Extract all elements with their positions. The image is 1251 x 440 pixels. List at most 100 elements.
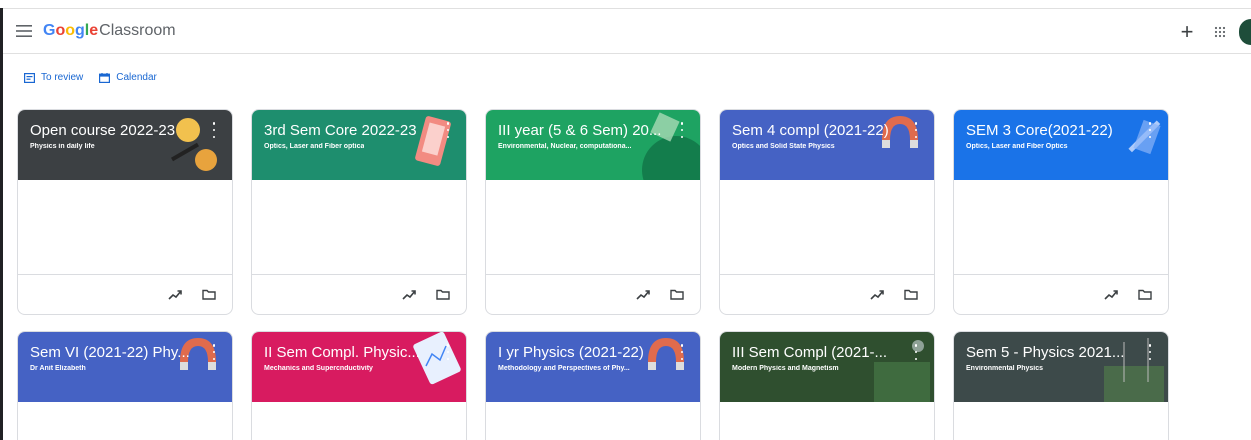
to-review-icon (24, 72, 35, 83)
class-card-header[interactable]: Open course 2022-23 Physics in daily life (18, 110, 232, 180)
calendar-link[interactable]: Calendar (99, 72, 157, 83)
open-class-folder-button[interactable] (198, 284, 220, 306)
class-card-footer (18, 274, 232, 314)
more-options-icon[interactable] (678, 344, 686, 360)
class-theme-illustration (1104, 338, 1164, 402)
class-card[interactable]: I yr Physics (2021-22) Methodology and Pe… (485, 331, 701, 440)
class-title[interactable]: 3rd Sem Core 2022-23 (264, 122, 417, 139)
class-subtitle: Physics in daily life (30, 143, 95, 150)
open-class-folder-button[interactable] (900, 284, 922, 306)
folder-icon (670, 289, 684, 300)
top-app-bar: Google Classroom + (3, 8, 1251, 54)
window-left-edge (0, 8, 3, 440)
class-theme-illustration (642, 112, 700, 180)
class-title[interactable]: III year (5 & 6 Sem) 20... (498, 122, 661, 139)
to-review-link[interactable]: To review (24, 72, 83, 83)
google-classroom-logo[interactable]: Google Classroom (43, 22, 176, 40)
account-avatar[interactable] (1239, 19, 1251, 45)
hamburger-icon (16, 25, 32, 37)
class-title[interactable]: II Sem Compl. Physic... (264, 344, 420, 361)
open-class-folder-button[interactable] (666, 284, 688, 306)
class-card[interactable]: Sem 4 compl (2021-22) Optics and Solid St… (719, 109, 935, 315)
trending-icon (870, 289, 884, 300)
class-title[interactable]: III Sem Compl (2021-... (732, 344, 887, 361)
class-subtitle: Methodology and Perspectives of Phy... (498, 365, 630, 372)
open-gradebook-button[interactable] (398, 284, 420, 306)
open-class-folder-button[interactable] (432, 284, 454, 306)
class-card[interactable]: Sem 5 - Physics 2021... Environmental Phy… (953, 331, 1169, 440)
class-card-header[interactable]: III year (5 & 6 Sem) 20... Environmental,… (486, 110, 700, 180)
class-card-header[interactable]: II Sem Compl. Physic... Mechanics and Sup… (252, 332, 466, 402)
to-review-label: To review (41, 72, 84, 83)
more-options-icon[interactable] (1146, 122, 1154, 138)
class-subtitle: Modern Physics and Magnetism (732, 365, 839, 372)
class-subtitle: Dr Anit Elizabeth (30, 365, 86, 372)
class-subtitle: Environmental Physics (966, 365, 1044, 372)
class-title[interactable]: SEM 3 Core(2021-22) (966, 122, 1113, 139)
class-subtitle: Optics, Laser and Fiber Optics (966, 143, 1068, 150)
class-theme-illustration (171, 118, 217, 171)
more-options-icon[interactable] (444, 122, 452, 138)
class-card[interactable]: Open course 2022-23 Physics in daily life (17, 109, 233, 315)
google-apps-button[interactable] (1209, 21, 1231, 43)
more-options-icon[interactable] (210, 344, 218, 360)
class-theme-illustration (648, 338, 684, 370)
class-card-header[interactable]: SEM 3 Core(2021-22) Optics, Laser and Fib… (954, 110, 1168, 180)
more-options-icon[interactable] (678, 122, 686, 138)
class-theme-illustration (874, 340, 930, 402)
class-title[interactable]: I yr Physics (2021-22) (498, 344, 644, 361)
more-options-icon[interactable] (1146, 344, 1154, 360)
class-card[interactable]: III year (5 & 6 Sem) 20... Environmental,… (485, 109, 701, 315)
class-card-footer (954, 274, 1168, 314)
folder-icon (202, 289, 216, 300)
open-gradebook-button[interactable] (632, 284, 654, 306)
class-card-header[interactable]: Sem 5 - Physics 2021... Environmental Phy… (954, 332, 1168, 402)
open-gradebook-button[interactable] (866, 284, 888, 306)
class-subtitle: Mechanics and Supercnductivity (264, 365, 373, 372)
secondary-nav: To review Calendar (24, 72, 173, 83)
class-card[interactable]: Sem VI (2021-22) Phy... Dr Anit Elizabeth (17, 331, 233, 440)
trending-icon (1104, 289, 1118, 300)
class-card-footer (252, 274, 466, 314)
more-options-icon[interactable] (444, 344, 452, 360)
class-card-header[interactable]: I yr Physics (2021-22) Methodology and Pe… (486, 332, 700, 402)
class-card[interactable]: II Sem Compl. Physic... Mechanics and Sup… (251, 331, 467, 440)
class-title[interactable]: Open course 2022-23 (30, 122, 175, 139)
class-theme-illustration (415, 116, 451, 166)
class-card[interactable]: SEM 3 Core(2021-22) Optics, Laser and Fib… (953, 109, 1169, 315)
class-card-header[interactable]: III Sem Compl (2021-... Modern Physics an… (720, 332, 934, 402)
trending-icon (168, 289, 182, 300)
class-card-footer (720, 274, 934, 314)
open-gradebook-button[interactable] (164, 284, 186, 306)
create-or-join-button[interactable]: + (1175, 19, 1199, 45)
class-card-footer (486, 274, 700, 314)
class-subtitle: Optics and Solid State Physics (732, 143, 835, 150)
folder-icon (904, 289, 918, 300)
more-options-icon[interactable] (912, 122, 920, 138)
class-theme-illustration (413, 332, 461, 385)
folder-icon (436, 289, 450, 300)
open-gradebook-button[interactable] (1100, 284, 1122, 306)
trending-icon (636, 289, 650, 300)
class-theme-illustration (180, 338, 216, 370)
class-subtitle: Optics, Laser and Fiber optica (264, 143, 365, 150)
class-title[interactable]: Sem VI (2021-22) Phy... (30, 344, 190, 361)
class-card-header[interactable]: Sem 4 compl (2021-22) Optics and Solid St… (720, 110, 934, 180)
class-subtitle: Environmental, Nuclear, computationa... (498, 143, 632, 150)
class-title[interactable]: Sem 4 compl (2021-22) (732, 122, 889, 139)
class-card[interactable]: 3rd Sem Core 2022-23 Optics, Laser and Fi… (251, 109, 467, 315)
folder-icon (1138, 289, 1152, 300)
class-card[interactable]: III Sem Compl (2021-... Modern Physics an… (719, 331, 935, 440)
calendar-label: Calendar (116, 72, 157, 83)
trending-icon (402, 289, 416, 300)
class-card-header[interactable]: Sem VI (2021-22) Phy... Dr Anit Elizabeth (18, 332, 232, 402)
logo-app-name: Classroom (99, 22, 176, 39)
main-menu-button[interactable] (13, 20, 35, 42)
class-title[interactable]: Sem 5 - Physics 2021... (966, 344, 1124, 361)
open-class-folder-button[interactable] (1134, 284, 1156, 306)
class-card-header[interactable]: 3rd Sem Core 2022-23 Optics, Laser and Fi… (252, 110, 466, 180)
more-options-icon[interactable] (210, 122, 218, 138)
calendar-icon (99, 72, 111, 83)
more-options-icon[interactable] (912, 344, 920, 360)
apps-grid-icon (1214, 26, 1226, 38)
